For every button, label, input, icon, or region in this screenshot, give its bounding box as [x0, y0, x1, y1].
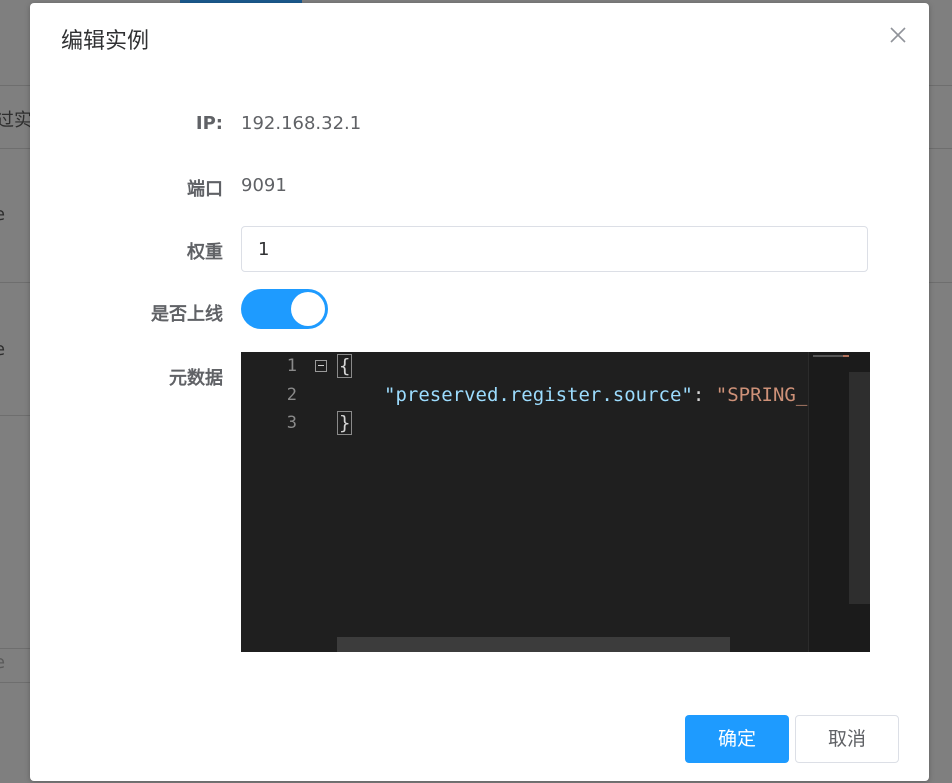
- online-toggle[interactable]: [241, 289, 328, 329]
- background-divider: [0, 148, 30, 149]
- online-label: 是否上线: [151, 304, 223, 325]
- background-cell-text: e: [0, 204, 5, 225]
- line-number: 2: [286, 385, 297, 405]
- open-brace: {: [337, 354, 353, 378]
- json-key: "preserved.register.source": [384, 384, 693, 406]
- ip-label: IP:: [195, 113, 223, 134]
- toggle-knob: [291, 292, 325, 326]
- line-number: 3: [286, 413, 297, 433]
- fold-toggle-icon[interactable]: [315, 360, 327, 372]
- background-table-header-text: 过实: [0, 110, 32, 131]
- edit-instance-dialog: 编辑实例 IP: 192.168.32.1 端口 9091 权重 是否上线 元数…: [30, 3, 929, 781]
- background-cell-text: e: [0, 652, 5, 673]
- background-divider: [0, 85, 30, 86]
- code-line-1: {: [337, 354, 353, 378]
- metadata-json-editor[interactable]: 1 2 3 { "preserved.register.source": "SP…: [241, 352, 870, 652]
- close-brace: }: [337, 411, 353, 435]
- json-value: "SPRING_: [715, 384, 808, 406]
- confirm-button[interactable]: 确定: [685, 715, 789, 763]
- background-divider: [0, 415, 30, 416]
- vertical-scrollbar[interactable]: [849, 372, 870, 604]
- horizontal-scrollbar[interactable]: [337, 637, 730, 652]
- code-line-3: }: [337, 411, 353, 435]
- port-label: 端口: [187, 179, 223, 200]
- port-value: 9091: [241, 175, 287, 196]
- ip-value: 192.168.32.1: [241, 113, 362, 134]
- close-icon[interactable]: [887, 24, 909, 46]
- background-divider: [0, 282, 30, 283]
- background-divider: [0, 648, 30, 649]
- metadata-label: 元数据: [169, 368, 223, 389]
- json-colon: :: [692, 384, 716, 406]
- background-cell-text: e: [0, 339, 5, 360]
- weight-label: 权重: [187, 242, 223, 263]
- minimap-line: [843, 355, 849, 357]
- code-line-2: "preserved.register.source": "SPRING_: [384, 384, 807, 406]
- cancel-button[interactable]: 取消: [795, 715, 899, 763]
- dialog-title: 编辑实例: [61, 29, 150, 54]
- line-number: 1: [286, 356, 297, 376]
- background-divider: [0, 682, 30, 683]
- weight-input[interactable]: [241, 226, 868, 272]
